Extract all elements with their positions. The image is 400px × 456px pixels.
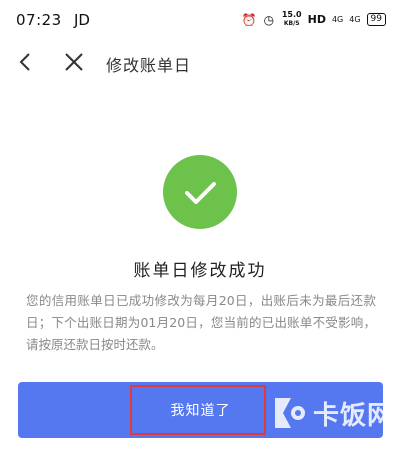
success-title: 账单日修改成功 (133, 261, 267, 281)
signal-icon-2: 4G (349, 15, 361, 24)
network-speed: 15.0 KB/S (281, 10, 302, 28)
success-check-icon (163, 155, 237, 229)
close-icon[interactable] (62, 50, 86, 74)
watermark-logo-icon (271, 394, 309, 432)
nav-bar: 修改账单日 (0, 40, 400, 84)
hd-indicator: HD (307, 13, 326, 26)
battery-icon: 99 (366, 13, 386, 26)
watermark-text: 卡饭网 (312, 400, 394, 431)
status-time: 07:23 (16, 11, 62, 29)
page-title: 修改账单日 (106, 56, 192, 75)
watermark: 卡饭网 (271, 394, 394, 432)
alarm-icon: ⏰ (241, 12, 257, 27)
signal-icon-1: 4G (331, 15, 344, 24)
status-icons: ⏰ ◷ 15.0 KB/S HD 4G 4G 99 (242, 11, 386, 28)
clock-icon: ◷ (263, 12, 275, 27)
success-description: 您的信用账单日已成功修改为每月20日，出账后未为最后还款日；下个出账日期为01月… (26, 293, 376, 352)
status-carrier: JD (74, 11, 90, 29)
back-icon[interactable] (14, 50, 38, 74)
status-bar: 07:23 JD ⏰ ◷ 15.0 KB/S HD 4G 4G 99 (0, 0, 400, 40)
highlight-box (130, 385, 266, 435)
